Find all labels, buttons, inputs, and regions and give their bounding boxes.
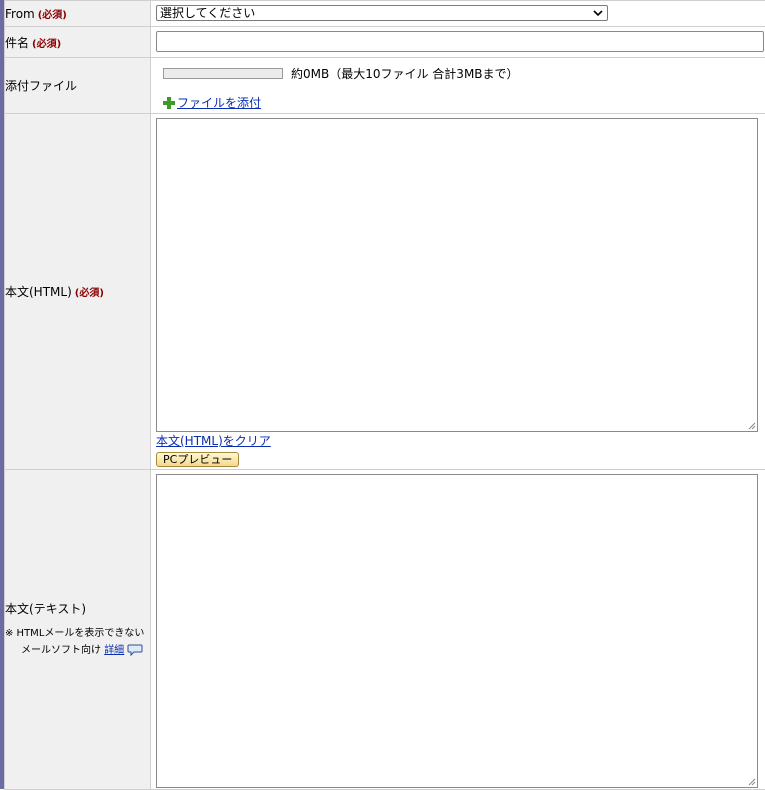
subject-field-cell xyxy=(151,27,765,58)
plus-icon xyxy=(163,97,175,109)
body-html-label: 本文(HTML) xyxy=(5,285,72,299)
subject-input[interactable] xyxy=(156,31,764,52)
detail-link[interactable]: 詳細 xyxy=(104,645,124,656)
speech-bubble-icon[interactable] xyxy=(127,644,143,657)
attachment-usage-bar xyxy=(163,68,283,79)
attachment-row: 添付ファイル 約0MB（最大10ファイル 合計3MBまで） ファイルを添付 xyxy=(5,58,765,114)
add-attachment-link[interactable]: ファイルを添付 xyxy=(177,94,261,111)
body-text-field-cell xyxy=(151,470,765,790)
from-select[interactable]: 選択してください xyxy=(156,5,608,21)
from-label: From xyxy=(5,7,35,21)
required-badge: (必須) xyxy=(38,10,67,21)
attachment-field-cell: 約0MB（最大10ファイル 合計3MBまで） ファイルを添付 xyxy=(151,58,765,114)
subject-label-cell: 件名(必須) xyxy=(5,27,151,58)
body-text-label-cell: 本文(テキスト) ※ HTMLメールを表示できない メールソフト向け 詳細 xyxy=(5,470,151,790)
mail-compose-form: From(必須) 選択してください 件名(必須) 添付ファイル xyxy=(4,0,765,790)
from-field-cell: 選択してください xyxy=(151,1,765,27)
from-row: From(必須) 選択してください xyxy=(5,1,765,27)
from-select-value: 選択してください xyxy=(160,6,255,20)
body-text-row: 本文(テキスト) ※ HTMLメールを表示できない メールソフト向け 詳細 xyxy=(5,470,765,790)
body-text-textarea[interactable] xyxy=(156,474,758,788)
html-note-line1: ※ HTMLメールを表示できない xyxy=(5,625,150,642)
attachment-label-cell: 添付ファイル xyxy=(5,58,151,114)
body-html-textarea[interactable] xyxy=(156,118,758,432)
required-badge: (必須) xyxy=(75,288,104,299)
required-badge: (必須) xyxy=(32,39,61,50)
subject-label: 件名 xyxy=(5,36,29,50)
body-html-label-cell: 本文(HTML)(必須) xyxy=(5,114,151,470)
attachment-label: 添付ファイル xyxy=(5,79,77,93)
clear-body-html-link[interactable]: 本文(HTML)をクリア xyxy=(156,434,271,448)
subject-row: 件名(必須) xyxy=(5,27,765,58)
html-note-line2: メールソフト向け xyxy=(21,645,101,656)
attachment-size-text: 約0MB（最大10ファイル 合計3MBまで） xyxy=(291,65,519,82)
body-html-row: 本文(HTML)(必須) 本文(HTML)をクリア PCプレビュー xyxy=(5,114,765,470)
body-text-label: 本文(テキスト) xyxy=(5,600,150,617)
html-note: ※ HTMLメールを表示できない メールソフト向け 詳細 xyxy=(5,625,150,659)
pc-preview-button[interactable]: PCプレビュー xyxy=(156,452,239,467)
resize-grip-icon[interactable] xyxy=(748,422,756,430)
body-html-field-cell: 本文(HTML)をクリア PCプレビュー xyxy=(151,114,765,470)
from-label-cell: From(必須) xyxy=(5,1,151,27)
chevron-down-icon xyxy=(593,6,603,25)
resize-grip-icon[interactable] xyxy=(748,778,756,786)
